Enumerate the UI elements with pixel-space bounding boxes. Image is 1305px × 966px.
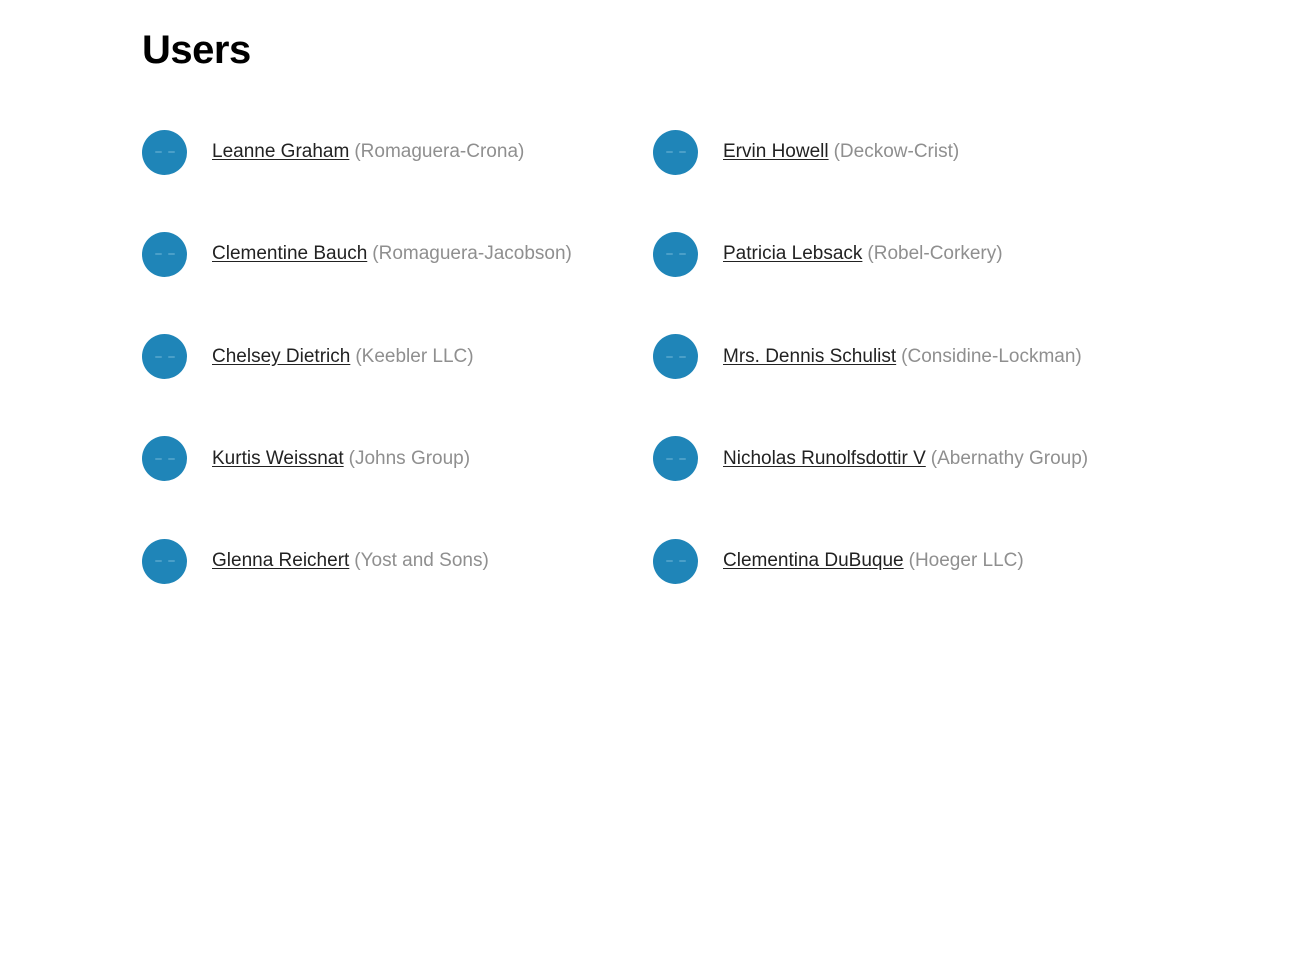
avatar-placeholder-icon xyxy=(665,355,686,358)
user-name-link[interactable]: Clementina DuBuque xyxy=(723,550,904,571)
company-name: (Robel-Corkery) xyxy=(867,243,1003,265)
user-entry: Patricia Lebsack (Robel-Corkery) xyxy=(723,242,1003,266)
user-entry: Mrs. Dennis Schulist (Considine-Lockman) xyxy=(723,345,1082,369)
user-entry: Nicholas Runolfsdottir V (Abernathy Group… xyxy=(723,447,1088,471)
company-name: (Hoeger LLC) xyxy=(908,550,1024,571)
list-item: Patricia Lebsack (Robel-Corkery) xyxy=(653,222,1164,286)
list-item: Clementine Bauch (Romaguera-Jacobson) xyxy=(142,222,653,286)
user-name-link[interactable]: Patricia Lebsack xyxy=(723,243,862,264)
avatar-placeholder-icon xyxy=(154,253,175,256)
avatar xyxy=(142,129,187,175)
page-title: Users xyxy=(142,28,251,72)
user-entry: Glenna Reichert (Yost and Sons) xyxy=(212,549,489,573)
user-name-link[interactable]: Leanne Graham xyxy=(212,141,349,162)
avatar-placeholder-icon xyxy=(154,151,175,154)
avatar-placeholder-icon xyxy=(154,355,175,358)
user-name-link[interactable]: Glenna Reichert xyxy=(212,550,349,571)
company-name: (Deckow-Crist) xyxy=(833,141,960,162)
avatar xyxy=(142,334,187,379)
user-name-link[interactable]: Ervin Howell xyxy=(723,141,829,162)
company-name: (Keebler LLC) xyxy=(355,345,474,367)
list-item: Ervin Howell (Deckow-Crist) xyxy=(653,120,1164,184)
user-entry: Clementina DuBuque (Hoeger LLC) xyxy=(723,549,1024,573)
user-entry: Clementine Bauch (Romaguera-Jacobson) xyxy=(212,242,572,266)
list-item: Chelsey Dietrich (Keebler LLC) xyxy=(142,325,653,389)
avatar-placeholder-icon xyxy=(154,457,175,460)
user-entry: Kurtis Weissnat (Johns Group) xyxy=(212,447,470,471)
list-item: Mrs. Dennis Schulist (Considine-Lockman) xyxy=(653,325,1164,389)
avatar xyxy=(653,129,698,175)
avatar xyxy=(142,436,187,482)
list-item: Glenna Reichert (Yost and Sons) xyxy=(142,529,653,593)
users-page: Users Leanne Graham (Romaguera-Crona) Erv… xyxy=(0,0,1305,966)
avatar xyxy=(653,538,698,584)
avatar xyxy=(142,231,187,277)
avatar-placeholder-icon xyxy=(665,253,686,256)
company-name: (Johns Group) xyxy=(348,447,471,469)
avatar xyxy=(653,231,698,277)
avatar xyxy=(142,538,187,584)
avatar-placeholder-icon xyxy=(665,457,686,460)
avatar-placeholder-icon xyxy=(665,560,686,563)
list-item: Nicholas Runolfsdottir V (Abernathy Group… xyxy=(653,427,1164,491)
user-name-link[interactable]: Chelsey Dietrich xyxy=(212,346,350,367)
avatar xyxy=(653,334,698,379)
avatar-placeholder-icon xyxy=(154,560,175,563)
user-entry: Chelsey Dietrich (Keebler LLC) xyxy=(212,345,474,369)
user-name-link[interactable]: Mrs. Dennis Schulist xyxy=(723,346,896,367)
avatar-placeholder-icon xyxy=(665,151,686,154)
user-entry: Ervin Howell (Deckow-Crist) xyxy=(723,140,959,164)
user-name-link[interactable]: Kurtis Weissnat xyxy=(212,448,344,469)
company-name: (Abernathy Group) xyxy=(930,447,1089,469)
company-name: (Considine-Lockman) xyxy=(901,345,1082,367)
list-item: Kurtis Weissnat (Johns Group) xyxy=(142,427,653,491)
list-item: Leanne Graham (Romaguera-Crona) xyxy=(142,120,653,184)
user-entry: Leanne Graham (Romaguera-Crona) xyxy=(212,140,524,164)
list-item: Clementina DuBuque (Hoeger LLC) xyxy=(653,529,1164,593)
company-name: (Romaguera-Crona) xyxy=(354,141,525,162)
avatar xyxy=(653,436,698,482)
user-name-link[interactable]: Nicholas Runolfsdottir V xyxy=(723,448,926,469)
user-name-link[interactable]: Clementine Bauch xyxy=(212,243,367,264)
company-name: (Yost and Sons) xyxy=(354,550,489,571)
company-name: (Romaguera-Jacobson) xyxy=(372,243,572,265)
user-list: Leanne Graham (Romaguera-Crona) Ervin How… xyxy=(142,120,1172,631)
